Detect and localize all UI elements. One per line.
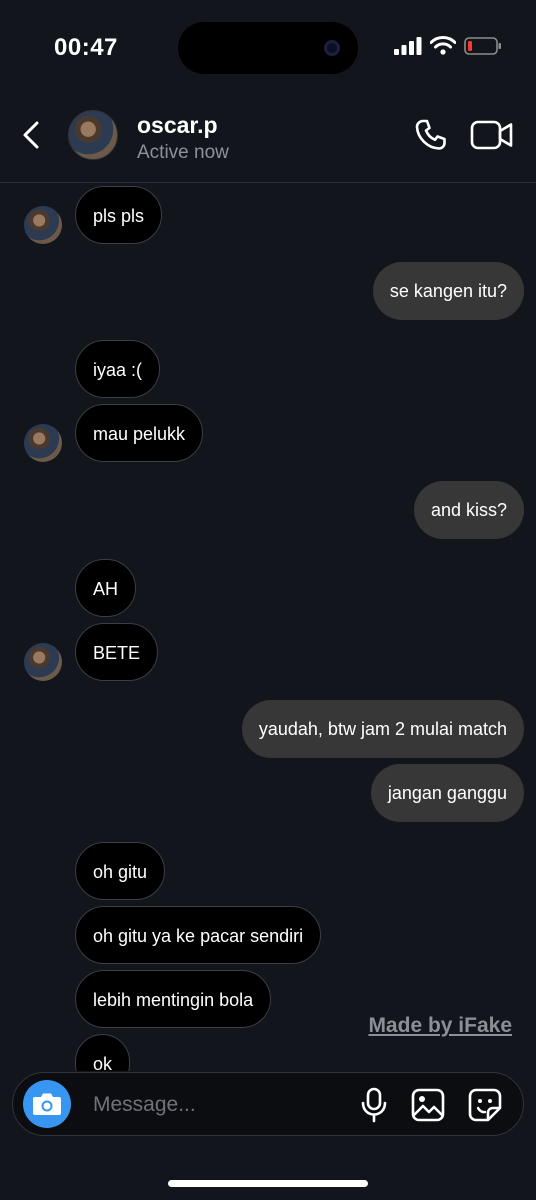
- signal-icon: [394, 36, 422, 55]
- video-camera-icon[interactable]: [470, 118, 514, 152]
- message-composer: [12, 1072, 524, 1136]
- message-bubble-outgoing[interactable]: jangan ganggu: [370, 764, 524, 822]
- microphone-icon[interactable]: [359, 1087, 389, 1123]
- back-chevron-icon[interactable]: [18, 120, 48, 150]
- sticker-icon[interactable]: [468, 1088, 502, 1122]
- sender-avatar[interactable]: [24, 206, 62, 244]
- message-bubble-incoming[interactable]: oh gitu ya ke pacar sendiri: [75, 906, 322, 964]
- message-bubble-incoming[interactable]: BETE: [75, 623, 159, 681]
- gallery-icon[interactable]: [411, 1088, 445, 1122]
- contact-username[interactable]: oscar.p: [137, 112, 218, 139]
- contact-avatar[interactable]: [68, 110, 118, 160]
- message-bubble-outgoing[interactable]: se kangen itu?: [372, 262, 524, 320]
- status-icons: [394, 36, 502, 55]
- status-bar: 00:47: [0, 0, 536, 96]
- camera-icon: [33, 1093, 61, 1115]
- message-bubble-outgoing[interactable]: and kiss?: [413, 481, 524, 539]
- sender-avatar[interactable]: [24, 424, 62, 462]
- message-bubble-incoming[interactable]: lebih mentingin bola: [75, 970, 272, 1028]
- message-bubble-incoming[interactable]: pls pls: [75, 186, 163, 244]
- status-time: 00:47: [54, 34, 118, 61]
- message-bubble-outgoing[interactable]: yaudah, btw jam 2 mulai match: [241, 700, 524, 758]
- chat-header: oscar.p Active now: [0, 96, 536, 183]
- camera-button[interactable]: [23, 1080, 71, 1128]
- message-bubble-incoming[interactable]: iyaa :(: [75, 340, 161, 398]
- battery-low-icon: [464, 36, 501, 55]
- message-input[interactable]: [91, 1087, 345, 1123]
- phone-icon[interactable]: [414, 118, 448, 152]
- message-bubble-incoming[interactable]: mau pelukk: [75, 404, 204, 462]
- message-thread: pls pls se kangen itu? iyaa :( mau peluk…: [0, 183, 536, 1071]
- wifi-icon: [430, 36, 456, 55]
- message-bubble-incoming[interactable]: ok: [75, 1034, 131, 1071]
- sender-avatar[interactable]: [24, 643, 62, 681]
- message-bubble-incoming[interactable]: oh gitu: [75, 842, 166, 900]
- presence-status: Active now: [137, 142, 229, 163]
- home-indicator[interactable]: [168, 1180, 368, 1187]
- dynamic-island: [178, 22, 358, 74]
- watermark: Made by iFake: [368, 1014, 512, 1037]
- message-bubble-incoming[interactable]: AH: [75, 559, 137, 617]
- front-camera: [324, 40, 340, 56]
